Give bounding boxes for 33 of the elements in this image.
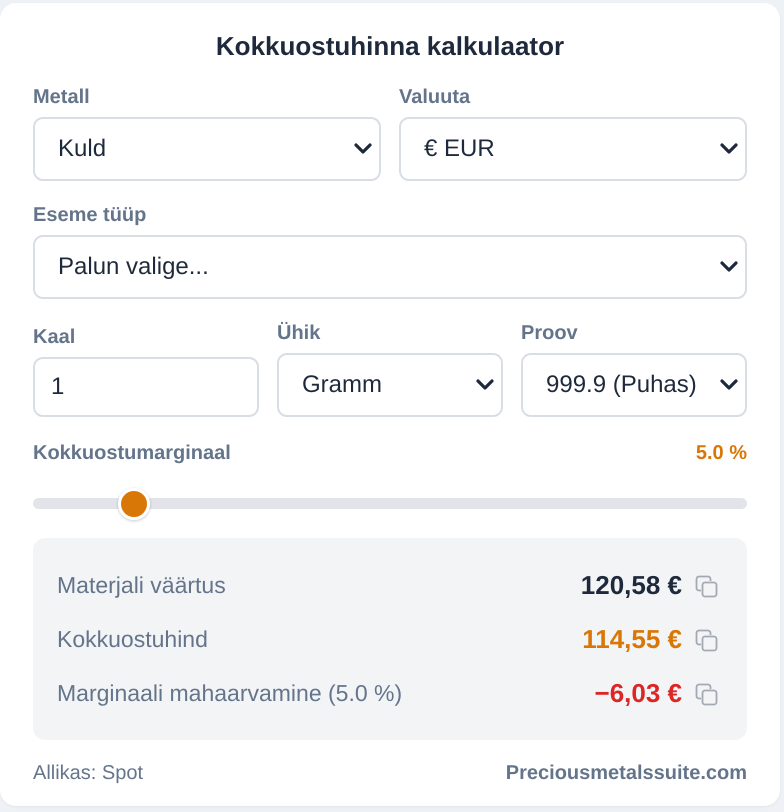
website-link[interactable]: Preciousmetalssuite.com	[506, 762, 747, 784]
result-value: 114,55 €	[582, 624, 682, 654]
field-label: Ühik	[277, 322, 320, 344]
calculator-title: Kokkuostuhinna kalkulaator	[214, 31, 566, 61]
chevron-down-icon	[720, 379, 738, 391]
chevron-down-icon	[720, 143, 738, 155]
field-label: Kaal	[33, 326, 76, 348]
copy-icon[interactable]	[695, 629, 718, 652]
dropdown-select[interactable]: Gramm	[277, 353, 503, 417]
result-value: 120,58 €	[580, 570, 682, 600]
dropdown-select[interactable]: € EUR	[399, 117, 747, 181]
field-label: Valuuta	[399, 86, 470, 108]
result-label: Kokkuostuhind	[57, 625, 208, 654]
field-label: Eseme tüüp	[33, 204, 146, 226]
result-label: Materjali väärtus	[57, 571, 226, 600]
margin-value: 5.0 %	[696, 442, 747, 464]
dropdown-select[interactable]: 999.9 (Puhas)	[521, 353, 747, 417]
field-label: Proov	[521, 322, 578, 344]
result-label: Marginaali mahaarvamine (5.0 %)	[57, 679, 402, 708]
copy-icon[interactable]	[695, 575, 718, 598]
weight-input[interactable]: 1	[33, 357, 259, 417]
copy-icon[interactable]	[695, 683, 718, 706]
chevron-down-icon	[354, 143, 372, 155]
margin-label: Kokkuostumarginaal	[33, 442, 231, 464]
result-value: −6,03 €	[594, 678, 682, 708]
source-note: Allikas: Spot	[33, 762, 144, 784]
chevron-down-icon	[476, 379, 494, 391]
dropdown-select[interactable]: Palun valige...	[33, 235, 747, 299]
dropdown-select[interactable]: Kuld	[33, 117, 381, 181]
slider-thumb[interactable]	[118, 488, 150, 520]
slider-track[interactable]	[33, 488, 747, 520]
chevron-down-icon	[720, 261, 738, 273]
field-label: Metall	[33, 86, 90, 108]
